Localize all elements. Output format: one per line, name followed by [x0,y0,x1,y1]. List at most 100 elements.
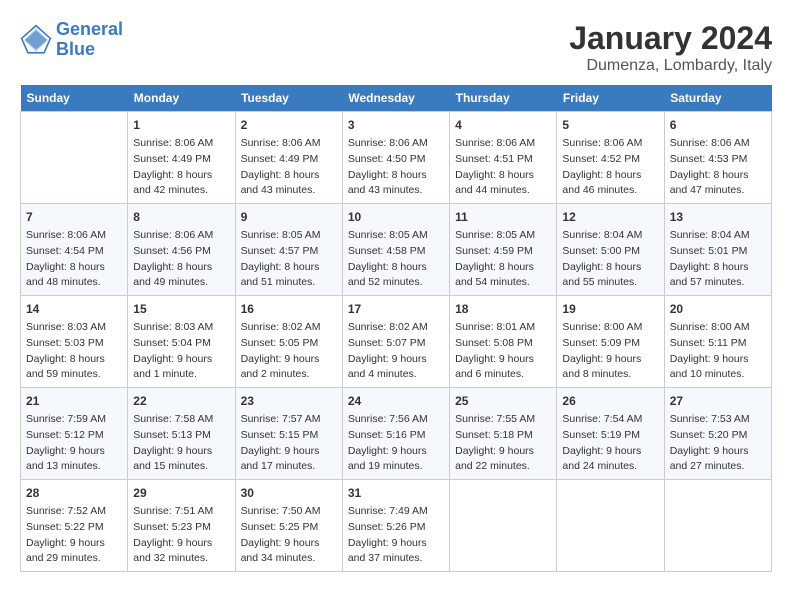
calendar-cell: 9 Sunrise: 8:05 AMSunset: 4:57 PMDaylight… [235,204,342,296]
day-info: Sunrise: 8:00 AMSunset: 5:09 PMDaylight:… [562,320,658,383]
calendar-cell: 3Sunrise: 8:06 AMSunset: 4:50 PMDaylight… [342,112,449,204]
day-info: Sunrise: 8:00 AMSunset: 5:11 PMDaylight:… [670,320,766,383]
day-number: 25 [455,392,551,410]
day-number: 5 [562,116,658,134]
calendar-cell: 11 Sunrise: 8:05 AMSunset: 4:59 PMDayligh… [450,204,557,296]
day-number: 3 [348,116,444,134]
day-info: Sunrise: 8:01 AMSunset: 5:08 PMDaylight:… [455,320,551,383]
calendar-cell: 21 Sunrise: 7:59 AMSunset: 5:12 PMDayligh… [21,388,128,480]
day-info: Sunrise: 7:59 AMSunset: 5:12 PMDaylight:… [26,412,122,475]
day-number: 6 [670,116,766,134]
calendar-week-row: 21 Sunrise: 7:59 AMSunset: 5:12 PMDayligh… [21,388,772,480]
day-info: Sunrise: 8:06 AMSunset: 4:51 PMDaylight:… [455,136,551,199]
day-info: Sunrise: 8:03 AMSunset: 5:03 PMDaylight:… [26,320,122,383]
calendar-week-row: 28 Sunrise: 7:52 AMSunset: 5:22 PMDayligh… [21,480,772,572]
day-number: 19 [562,300,658,318]
day-number: 24 [348,392,444,410]
day-number: 11 [455,208,551,226]
calendar-cell: 27 Sunrise: 7:53 AMSunset: 5:20 PMDayligh… [664,388,771,480]
day-info: Sunrise: 7:51 AMSunset: 5:23 PMDaylight:… [133,504,229,567]
day-info: Sunrise: 8:05 AMSunset: 4:57 PMDaylight:… [241,228,337,291]
day-number: 14 [26,300,122,318]
day-number: 15 [133,300,229,318]
calendar-cell: 22Sunrise: 7:58 AMSunset: 5:13 PMDayligh… [128,388,235,480]
weekday-header-row: SundayMondayTuesdayWednesdayThursdayFrid… [21,85,772,112]
calendar-cell: 29Sunrise: 7:51 AMSunset: 5:23 PMDayligh… [128,480,235,572]
day-info: Sunrise: 7:53 AMSunset: 5:20 PMDaylight:… [670,412,766,475]
calendar-table: SundayMondayTuesdayWednesdayThursdayFrid… [20,85,772,572]
calendar-cell: 10 Sunrise: 8:05 AMSunset: 4:58 PMDayligh… [342,204,449,296]
calendar-cell: 1 Sunrise: 8:06 AMSunset: 4:49 PMDaylight… [128,112,235,204]
day-info: Sunrise: 8:06 AMSunset: 4:52 PMDaylight:… [562,136,658,199]
day-number: 9 [241,208,337,226]
title-block: January 2024 Dumenza, Lombardy, Italy [569,20,772,75]
day-number: 21 [26,392,122,410]
day-number: 10 [348,208,444,226]
day-info: Sunrise: 8:05 AMSunset: 4:59 PMDaylight:… [455,228,551,291]
calendar-cell: 31 Sunrise: 7:49 AMSunset: 5:26 PMDayligh… [342,480,449,572]
calendar-cell: 14 Sunrise: 8:03 AMSunset: 5:03 PMDayligh… [21,296,128,388]
calendar-cell: 26Sunrise: 7:54 AMSunset: 5:19 PMDayligh… [557,388,664,480]
calendar-cell: 18 Sunrise: 8:01 AMSunset: 5:08 PMDayligh… [450,296,557,388]
calendar-cell: 4 Sunrise: 8:06 AMSunset: 4:51 PMDaylight… [450,112,557,204]
logo-line2: Blue [56,39,95,59]
weekday-header: Saturday [664,85,771,112]
day-number: 23 [241,392,337,410]
day-info: Sunrise: 8:06 AMSunset: 4:56 PMDaylight:… [133,228,229,291]
day-info: Sunrise: 8:02 AMSunset: 5:05 PMDaylight:… [241,320,337,383]
day-info: Sunrise: 8:06 AMSunset: 4:53 PMDaylight:… [670,136,766,199]
day-number: 30 [241,484,337,502]
calendar-cell: 15 Sunrise: 8:03 AMSunset: 5:04 PMDayligh… [128,296,235,388]
day-info: Sunrise: 8:04 AMSunset: 5:01 PMDaylight:… [670,228,766,291]
calendar-cell: 2 Sunrise: 8:06 AMSunset: 4:49 PMDaylight… [235,112,342,204]
day-number: 12 [562,208,658,226]
calendar-cell: 16Sunrise: 8:02 AMSunset: 5:05 PMDayligh… [235,296,342,388]
day-info: Sunrise: 7:52 AMSunset: 5:22 PMDaylight:… [26,504,122,567]
day-number: 20 [670,300,766,318]
day-info: Sunrise: 7:49 AMSunset: 5:26 PMDaylight:… [348,504,444,567]
logo-text: General Blue [56,20,123,60]
logo-line1: General [56,19,123,39]
calendar-cell: 17 Sunrise: 8:02 AMSunset: 5:07 PMDayligh… [342,296,449,388]
day-number: 28 [26,484,122,502]
calendar-week-row: 7 Sunrise: 8:06 AMSunset: 4:54 PMDaylight… [21,204,772,296]
day-info: Sunrise: 8:02 AMSunset: 5:07 PMDaylight:… [348,320,444,383]
day-number: 22 [133,392,229,410]
day-info: Sunrise: 7:57 AMSunset: 5:15 PMDaylight:… [241,412,337,475]
calendar-week-row: 14 Sunrise: 8:03 AMSunset: 5:03 PMDayligh… [21,296,772,388]
day-info: Sunrise: 8:03 AMSunset: 5:04 PMDaylight:… [133,320,229,383]
day-number: 7 [26,208,122,226]
day-info: Sunrise: 8:06 AMSunset: 4:49 PMDaylight:… [241,136,337,199]
logo-icon [20,24,52,56]
day-number: 17 [348,300,444,318]
calendar-cell [557,480,664,572]
calendar-cell: 28 Sunrise: 7:52 AMSunset: 5:22 PMDayligh… [21,480,128,572]
calendar-cell [450,480,557,572]
weekday-header: Friday [557,85,664,112]
day-info: Sunrise: 7:55 AMSunset: 5:18 PMDaylight:… [455,412,551,475]
calendar-cell: 5 Sunrise: 8:06 AMSunset: 4:52 PMDaylight… [557,112,664,204]
day-number: 1 [133,116,229,134]
calendar-cell: 13Sunrise: 8:04 AMSunset: 5:01 PMDayligh… [664,204,771,296]
calendar-cell: 25 Sunrise: 7:55 AMSunset: 5:18 PMDayligh… [450,388,557,480]
day-number: 18 [455,300,551,318]
calendar-cell: 19 Sunrise: 8:00 AMSunset: 5:09 PMDayligh… [557,296,664,388]
logo: General Blue [20,20,123,60]
day-info: Sunrise: 8:06 AMSunset: 4:54 PMDaylight:… [26,228,122,291]
day-info: Sunrise: 8:05 AMSunset: 4:58 PMDaylight:… [348,228,444,291]
calendar-cell: 12 Sunrise: 8:04 AMSunset: 5:00 PMDayligh… [557,204,664,296]
day-info: Sunrise: 8:04 AMSunset: 5:00 PMDaylight:… [562,228,658,291]
calendar-week-row: 1 Sunrise: 8:06 AMSunset: 4:49 PMDaylight… [21,112,772,204]
day-info: Sunrise: 8:06 AMSunset: 4:49 PMDaylight:… [133,136,229,199]
calendar-cell: 6 Sunrise: 8:06 AMSunset: 4:53 PMDaylight… [664,112,771,204]
day-number: 31 [348,484,444,502]
calendar-cell: 20 Sunrise: 8:00 AMSunset: 5:11 PMDayligh… [664,296,771,388]
day-number: 27 [670,392,766,410]
day-number: 2 [241,116,337,134]
calendar-cell: 24Sunrise: 7:56 AMSunset: 5:16 PMDayligh… [342,388,449,480]
page-header: General Blue January 2024 Dumenza, Lomba… [20,20,772,75]
month-title: January 2024 [569,20,772,57]
calendar-cell: 23 Sunrise: 7:57 AMSunset: 5:15 PMDayligh… [235,388,342,480]
day-number: 4 [455,116,551,134]
day-number: 8 [133,208,229,226]
